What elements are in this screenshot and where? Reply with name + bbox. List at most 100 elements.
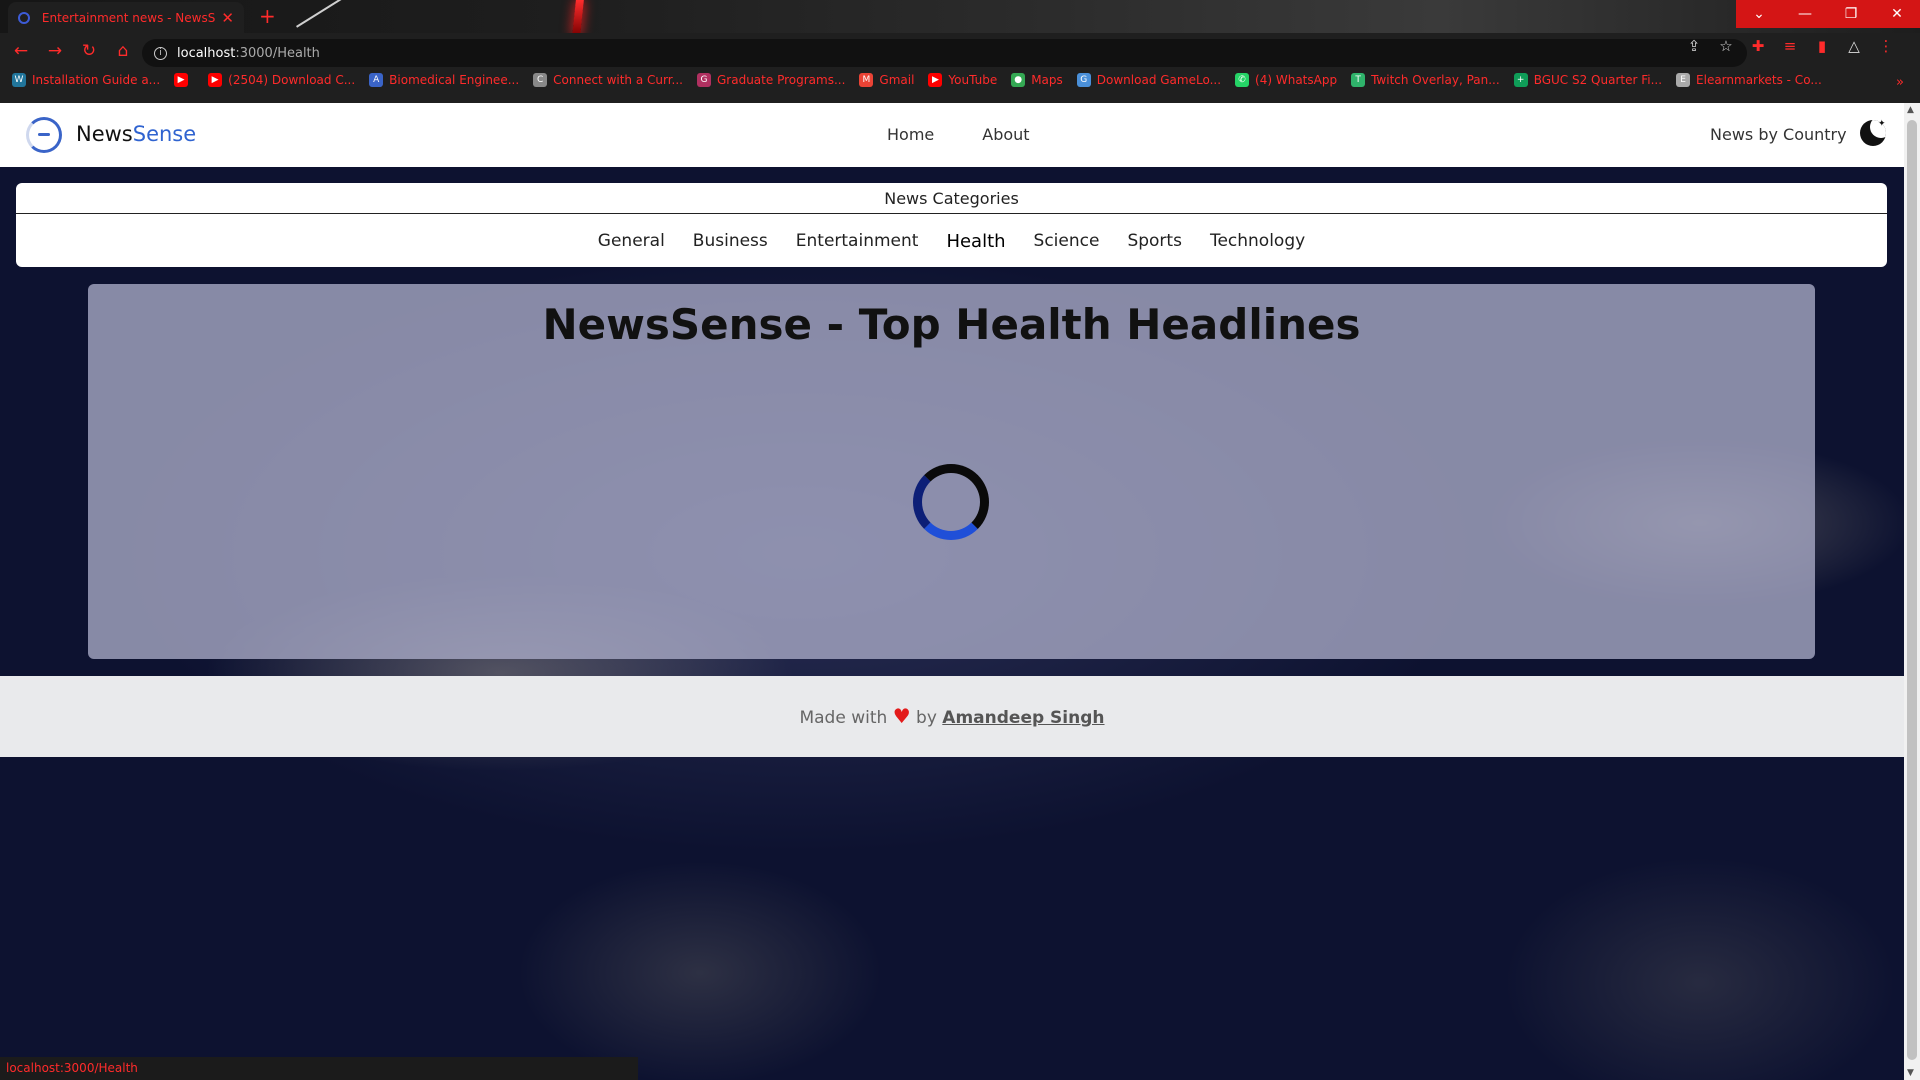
scrollbar-thumb[interactable] xyxy=(1907,120,1917,1060)
dark-mode-star-icon: ✦ xyxy=(1878,119,1886,129)
bookmark-label: Graduate Programs... xyxy=(717,73,846,87)
drive-icon[interactable]: △ xyxy=(1838,37,1870,55)
category-sports-link[interactable]: Sports xyxy=(1127,231,1182,252)
back-icon[interactable]: ← xyxy=(12,41,30,61)
nav-buttons: ← → ↻ ⌂ xyxy=(12,41,132,61)
categories-list: General Business Entertainment Health Scienc… xyxy=(16,231,1887,252)
wallpaper-streak xyxy=(296,0,348,28)
bookmark-item[interactable]: ▶ (2504) Download C... xyxy=(208,73,355,87)
site-icon: T xyxy=(1351,73,1366,87)
author-link[interactable]: Amandeep Singh xyxy=(942,708,1104,728)
nav-home-link[interactable]: Home xyxy=(887,125,934,144)
brand-accent: Sense xyxy=(132,122,197,146)
bookmark-label: Elearnmarkets - Co... xyxy=(1696,73,1822,87)
brand-name[interactable]: NewsSense xyxy=(76,122,196,146)
category-health-link[interactable]: Health xyxy=(946,231,1005,252)
side-panel-icon[interactable]: ▮ xyxy=(1806,37,1838,55)
bookmark-item[interactable]: T Twitch Overlay, Pan... xyxy=(1351,73,1500,87)
bookmark-star-icon[interactable]: ☆ xyxy=(1710,37,1742,55)
extensions-icon[interactable]: ✚ xyxy=(1742,37,1774,55)
browser-toolbar: ← → ↻ ⌂ i localhost:3000/Health ⇪ ☆ ✚ ≡ … xyxy=(0,33,1920,103)
bookmark-label: Gmail xyxy=(879,73,915,87)
site-info-icon[interactable]: i xyxy=(154,46,167,60)
scroll-up-icon[interactable]: ▲ xyxy=(1907,105,1914,115)
logo-icon: A xyxy=(369,73,384,87)
share-icon[interactable]: ⇪ xyxy=(1678,37,1710,55)
bookmark-label: Download GameLo... xyxy=(1096,73,1222,87)
bookmark-item[interactable]: E Elearnmarkets - Co... xyxy=(1676,73,1822,87)
footer-made-with: Made with xyxy=(799,708,888,728)
brand-main: News xyxy=(76,122,133,146)
wallpaper-red-streak xyxy=(572,0,584,33)
scroll-down-icon[interactable]: ▼ xyxy=(1907,1068,1914,1078)
bookmark-label: BGUC S2 Quarter Fi... xyxy=(1533,73,1663,87)
whatsapp-icon: ✆ xyxy=(1235,73,1250,87)
category-general-link[interactable]: General xyxy=(598,231,665,252)
url-host: localhost xyxy=(177,45,236,61)
bookmarks-bar: W Installation Guide a... ▶ ▶ (2504) Downloa… xyxy=(12,73,1836,87)
home-icon[interactable]: ⌂ xyxy=(114,41,132,61)
bookmark-item[interactable]: C Connect with a Curr... xyxy=(533,73,683,87)
bookmark-item[interactable]: A Biomedical Enginee... xyxy=(369,73,519,87)
page-viewport: NewsSense Home About News by Country ✦ N… xyxy=(0,103,1904,1080)
site-footer: Made with ♥ by Amandeep Singh xyxy=(0,676,1904,757)
close-window-button[interactable]: ✕ xyxy=(1874,0,1920,28)
bookmark-item[interactable]: ● Maps xyxy=(1011,73,1063,87)
headlines-card: NewsSense - Top Health Headlines xyxy=(88,284,1815,659)
address-bar[interactable]: i localhost:3000/Health xyxy=(142,39,1747,67)
page-title: NewsSense - Top Health Headlines xyxy=(542,300,1361,349)
categories-title: News Categories xyxy=(16,183,1887,214)
status-bar-url: localhost:3000/Health xyxy=(0,1057,638,1080)
tab-favicon-icon xyxy=(18,11,30,24)
url-path: :3000/Health xyxy=(235,45,320,61)
category-business-link[interactable]: Business xyxy=(693,231,768,252)
bookmarks-overflow-icon[interactable]: » xyxy=(1896,75,1904,90)
heart-icon: ♥ xyxy=(892,704,911,728)
maps-icon: ● xyxy=(1011,73,1026,87)
bookmark-item[interactable]: W Installation Guide a... xyxy=(12,73,160,87)
sheets-icon: + xyxy=(1513,73,1528,87)
bookmark-label: (2504) Download C... xyxy=(228,73,356,87)
menu-icon[interactable]: ⋮ xyxy=(1870,37,1902,55)
new-tab-button[interactable]: + xyxy=(259,4,276,28)
bookmark-label: Biomedical Enginee... xyxy=(389,73,520,87)
news-by-country-link[interactable]: News by Country xyxy=(1710,125,1847,144)
page-scrollbar[interactable]: ▲ ▼ xyxy=(1904,103,1920,1080)
window-controls: ⌄ — ❐ ✕ xyxy=(1736,0,1920,28)
tab-search-button[interactable]: ⌄ xyxy=(1736,0,1782,28)
category-entertainment-link[interactable]: Entertainment xyxy=(796,231,919,252)
bookmark-label: YouTube xyxy=(948,73,998,87)
reload-icon[interactable]: ↻ xyxy=(80,41,98,61)
youtube-icon: ▶ xyxy=(208,73,223,87)
newssense-logo-icon[interactable] xyxy=(26,117,62,153)
bookmark-label: Twitch Overlay, Pan... xyxy=(1371,73,1500,87)
categories-panel: News Categories General Business Entertain… xyxy=(16,183,1887,267)
bookmark-label: Maps xyxy=(1031,73,1063,87)
browser-tab-active[interactable]: Entertainment news - NewsSense ✕ xyxy=(8,2,244,33)
forward-icon[interactable]: → xyxy=(46,41,64,61)
site-icon: G xyxy=(697,73,711,87)
tab-close-icon[interactable]: ✕ xyxy=(221,9,234,27)
bookmark-item[interactable]: ▶ xyxy=(174,73,194,87)
bookmark-item[interactable]: ✆ (4) WhatsApp xyxy=(1235,73,1337,87)
bookmark-label: Connect with a Curr... xyxy=(553,73,683,87)
gmail-icon: M xyxy=(859,73,874,87)
wordpress-icon: W xyxy=(12,73,26,87)
bookmark-label: (4) WhatsApp xyxy=(1255,73,1338,87)
bookmark-item[interactable]: M Gmail xyxy=(859,73,914,87)
site-icon: E xyxy=(1676,73,1691,87)
reading-list-icon[interactable]: ≡ xyxy=(1774,37,1806,55)
bookmark-item[interactable]: ▶ YouTube xyxy=(928,73,997,87)
category-technology-link[interactable]: Technology xyxy=(1210,231,1305,252)
bookmark-item[interactable]: G Download GameLo... xyxy=(1076,73,1222,87)
nav-about-link[interactable]: About xyxy=(982,125,1029,144)
bookmark-item[interactable]: G Graduate Programs... xyxy=(697,73,845,87)
minimize-button[interactable]: — xyxy=(1782,0,1828,28)
nav-links: Home About xyxy=(887,125,1030,144)
youtube-icon: ▶ xyxy=(174,73,189,87)
category-science-link[interactable]: Science xyxy=(1034,231,1100,252)
bookmark-item[interactable]: + BGUC S2 Quarter Fi... xyxy=(1513,73,1663,87)
toolbar-actions: ⇪ ☆ ✚ ≡ ▮ △ ⋮ xyxy=(1678,37,1902,55)
site-icon: G xyxy=(1076,73,1091,87)
restore-button[interactable]: ❐ xyxy=(1828,0,1874,28)
